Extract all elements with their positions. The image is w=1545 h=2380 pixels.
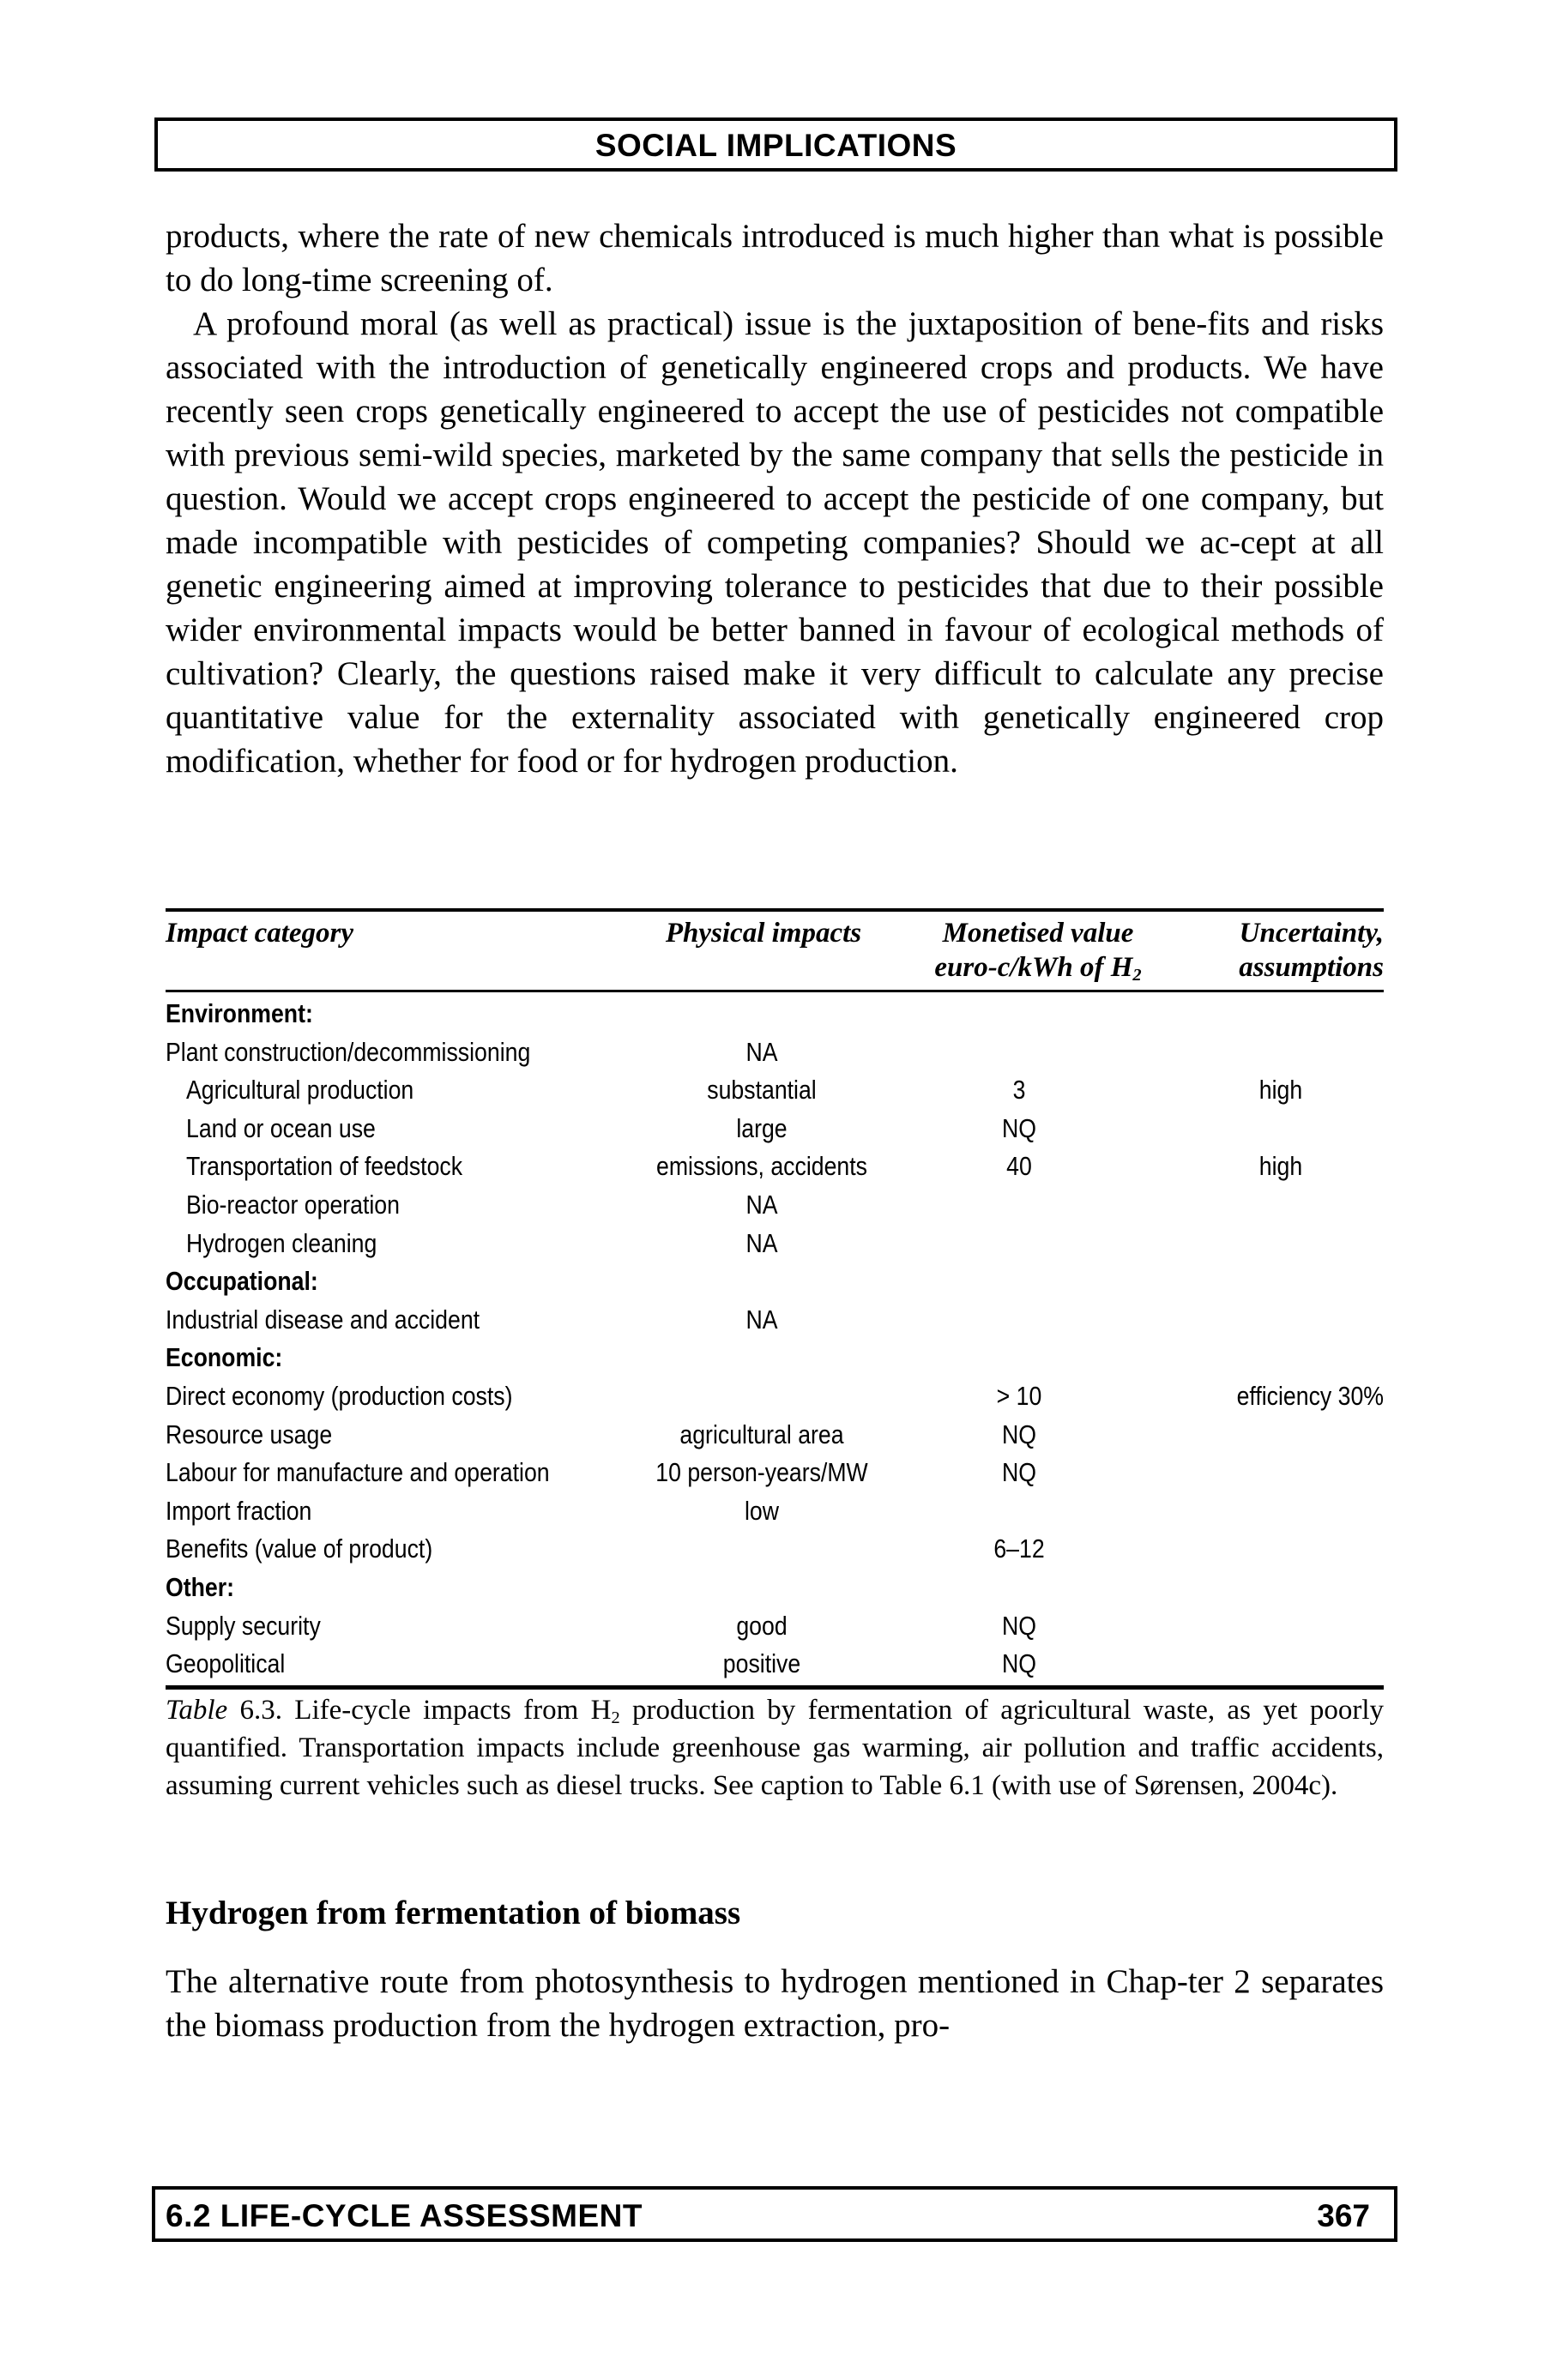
column-header-line: Uncertainty, [1239, 918, 1384, 949]
cell-physical-impacts: large [736, 1112, 788, 1143]
body-text-bottom: The alternative route from photosynthesi… [166, 1960, 1384, 2047]
table-row: Labour for manufacture and operation 10 p… [166, 1454, 1384, 1492]
column-header-physical-impacts: Physical impacts [665, 918, 862, 949]
table-group-row: Environment: [166, 995, 1384, 1033]
table-group-row: Occupational: [166, 1262, 1384, 1301]
cell-uncertainty: high [1258, 1075, 1303, 1106]
cell-physical-impacts: NA [745, 1227, 778, 1258]
cell-uncertainty: high [1258, 1151, 1303, 1182]
table-header-rule [166, 990, 1384, 992]
subscript: 2 [1132, 966, 1142, 985]
page-number: 367 [1317, 2198, 1370, 2233]
cell-monetised-value: NQ [1002, 1457, 1036, 1488]
table-row: Supply security good NQ [166, 1607, 1384, 1646]
cell-monetised-value: NQ [1002, 1610, 1036, 1641]
caption-number: 6.3. [227, 1695, 282, 1726]
cell-impact-category: Plant construction/decommissioning [166, 1036, 531, 1067]
cell-impact-category: Industrial disease and accident [166, 1304, 480, 1335]
cell-monetised-value: 40 [1006, 1151, 1032, 1182]
cell-monetised-value: NQ [1002, 1112, 1036, 1143]
table-top-rule [166, 908, 1384, 912]
cell-impact-category: Transportation of feedstock [186, 1151, 463, 1182]
table-row: Benefits (value of product) 6–12 [166, 1530, 1384, 1569]
cell-impact-category: Agricultural production [186, 1075, 414, 1106]
cell-uncertainty: efficiency 30% [1236, 1380, 1384, 1411]
cell-physical-impacts: agricultural area [679, 1419, 844, 1449]
table-row: Geopolitical positive NQ [166, 1645, 1384, 1684]
column-header-uncertainty: Uncertainty, assumptions [1188, 916, 1384, 985]
cell-physical-impacts: good [736, 1610, 788, 1641]
cell-impact-category: Geopolitical [166, 1648, 286, 1679]
table-row: Agricultural production substantial 3 high [166, 1071, 1384, 1110]
table-row: Import fraction low [166, 1492, 1384, 1531]
cell-impact-category: Resource usage [166, 1419, 333, 1449]
cell-physical-impacts: low [744, 1495, 779, 1526]
table-group-row: Other: [166, 1569, 1384, 1607]
running-footer: 6.2 LIFE-CYCLE ASSESSMENT 367 [152, 2186, 1397, 2242]
section-heading: Hydrogen from fermentation of biomass [166, 1895, 741, 1931]
cell-impact-category: Supply security [166, 1610, 321, 1641]
cell-physical-impacts: NA [745, 1036, 778, 1067]
paragraph: A profound moral (as well as practical) … [166, 305, 1384, 780]
table-row: Plant construction/decommissioning NA [166, 1033, 1384, 1072]
cell-physical-impacts: 10 person-years/MW [655, 1457, 868, 1488]
running-header-title: SOCIAL IMPLICATIONS [594, 128, 957, 163]
footer-section-title: 6.2 LIFE-CYCLE ASSESSMENT [166, 2198, 643, 2233]
impact-table-body: Environment: Plant construction/decommiss… [166, 995, 1384, 1684]
cell-impact-category: Environment: [166, 998, 313, 1028]
table-row: Transportation of feedstock emissions, ac… [166, 1148, 1384, 1186]
cell-physical-impacts: positive [722, 1648, 801, 1679]
cell-impact-category: Benefits (value of product) [166, 1533, 433, 1564]
cell-impact-category: Direct economy (production costs) [166, 1380, 513, 1411]
cell-impact-category: Economic: [166, 1342, 283, 1373]
cell-physical-impacts: NA [745, 1189, 778, 1220]
paragraph: The alternative route from photosynthesi… [166, 1963, 1384, 2044]
running-header: SOCIAL IMPLICATIONS [154, 117, 1397, 172]
unit-text: euro-c/kWh of H [934, 952, 1133, 983]
cell-monetised-value: 6–12 [993, 1533, 1045, 1564]
cell-impact-category: Labour for manufacture and operation [166, 1457, 550, 1488]
table-row: Hydrogen cleaning NA [166, 1225, 1384, 1263]
cell-monetised-value: 3 [1012, 1075, 1026, 1106]
cell-monetised-value: > 10 [996, 1380, 1042, 1411]
cell-impact-category: Occupational: [166, 1266, 318, 1297]
column-header-impact-category: Impact category [166, 918, 354, 949]
table-group-row: Economic: [166, 1339, 1384, 1377]
column-header-line: euro-c/kWh of H2 [909, 950, 1167, 985]
cell-impact-category: Import fraction [166, 1495, 312, 1526]
caption-label: Table [166, 1695, 228, 1726]
table-row: Direct economy (production costs) > 10 eff… [166, 1377, 1384, 1416]
table-caption: Table 6.3. Life-cycle impacts from H2 pr… [166, 1691, 1384, 1805]
cell-impact-category: Land or ocean use [186, 1112, 376, 1143]
cell-physical-impacts: NA [745, 1304, 778, 1335]
cell-impact-category: Other: [166, 1571, 234, 1602]
cell-physical-impacts: emissions, accidents [656, 1151, 867, 1182]
body-text-top: products, where the rate of new chemical… [166, 214, 1384, 783]
subscript: 2 [611, 1708, 620, 1728]
cell-impact-category: Bio-reactor operation [186, 1189, 400, 1220]
table-row: Bio-reactor operation NA [166, 1186, 1384, 1225]
cell-impact-category: Hydrogen cleaning [186, 1227, 377, 1258]
cell-monetised-value: NQ [1002, 1419, 1036, 1449]
table-row: Industrial disease and accident NA [166, 1301, 1384, 1340]
table-row: Land or ocean use large NQ [166, 1110, 1384, 1148]
column-header-line: assumptions [1239, 952, 1384, 983]
table-row: Resource usage agricultural area NQ [166, 1416, 1384, 1455]
column-header-monetised-value: Monetised value euro-c/kWh of H2 [909, 916, 1167, 985]
cell-physical-impacts: substantial [707, 1075, 817, 1106]
column-header-line: Monetised value [942, 918, 1134, 949]
table-bottom-rule [166, 1685, 1384, 1690]
paragraph: products, where the rate of new chemical… [166, 218, 1384, 298]
caption-text: Life-cycle impacts from H [281, 1695, 612, 1726]
cell-monetised-value: NQ [1002, 1648, 1036, 1679]
